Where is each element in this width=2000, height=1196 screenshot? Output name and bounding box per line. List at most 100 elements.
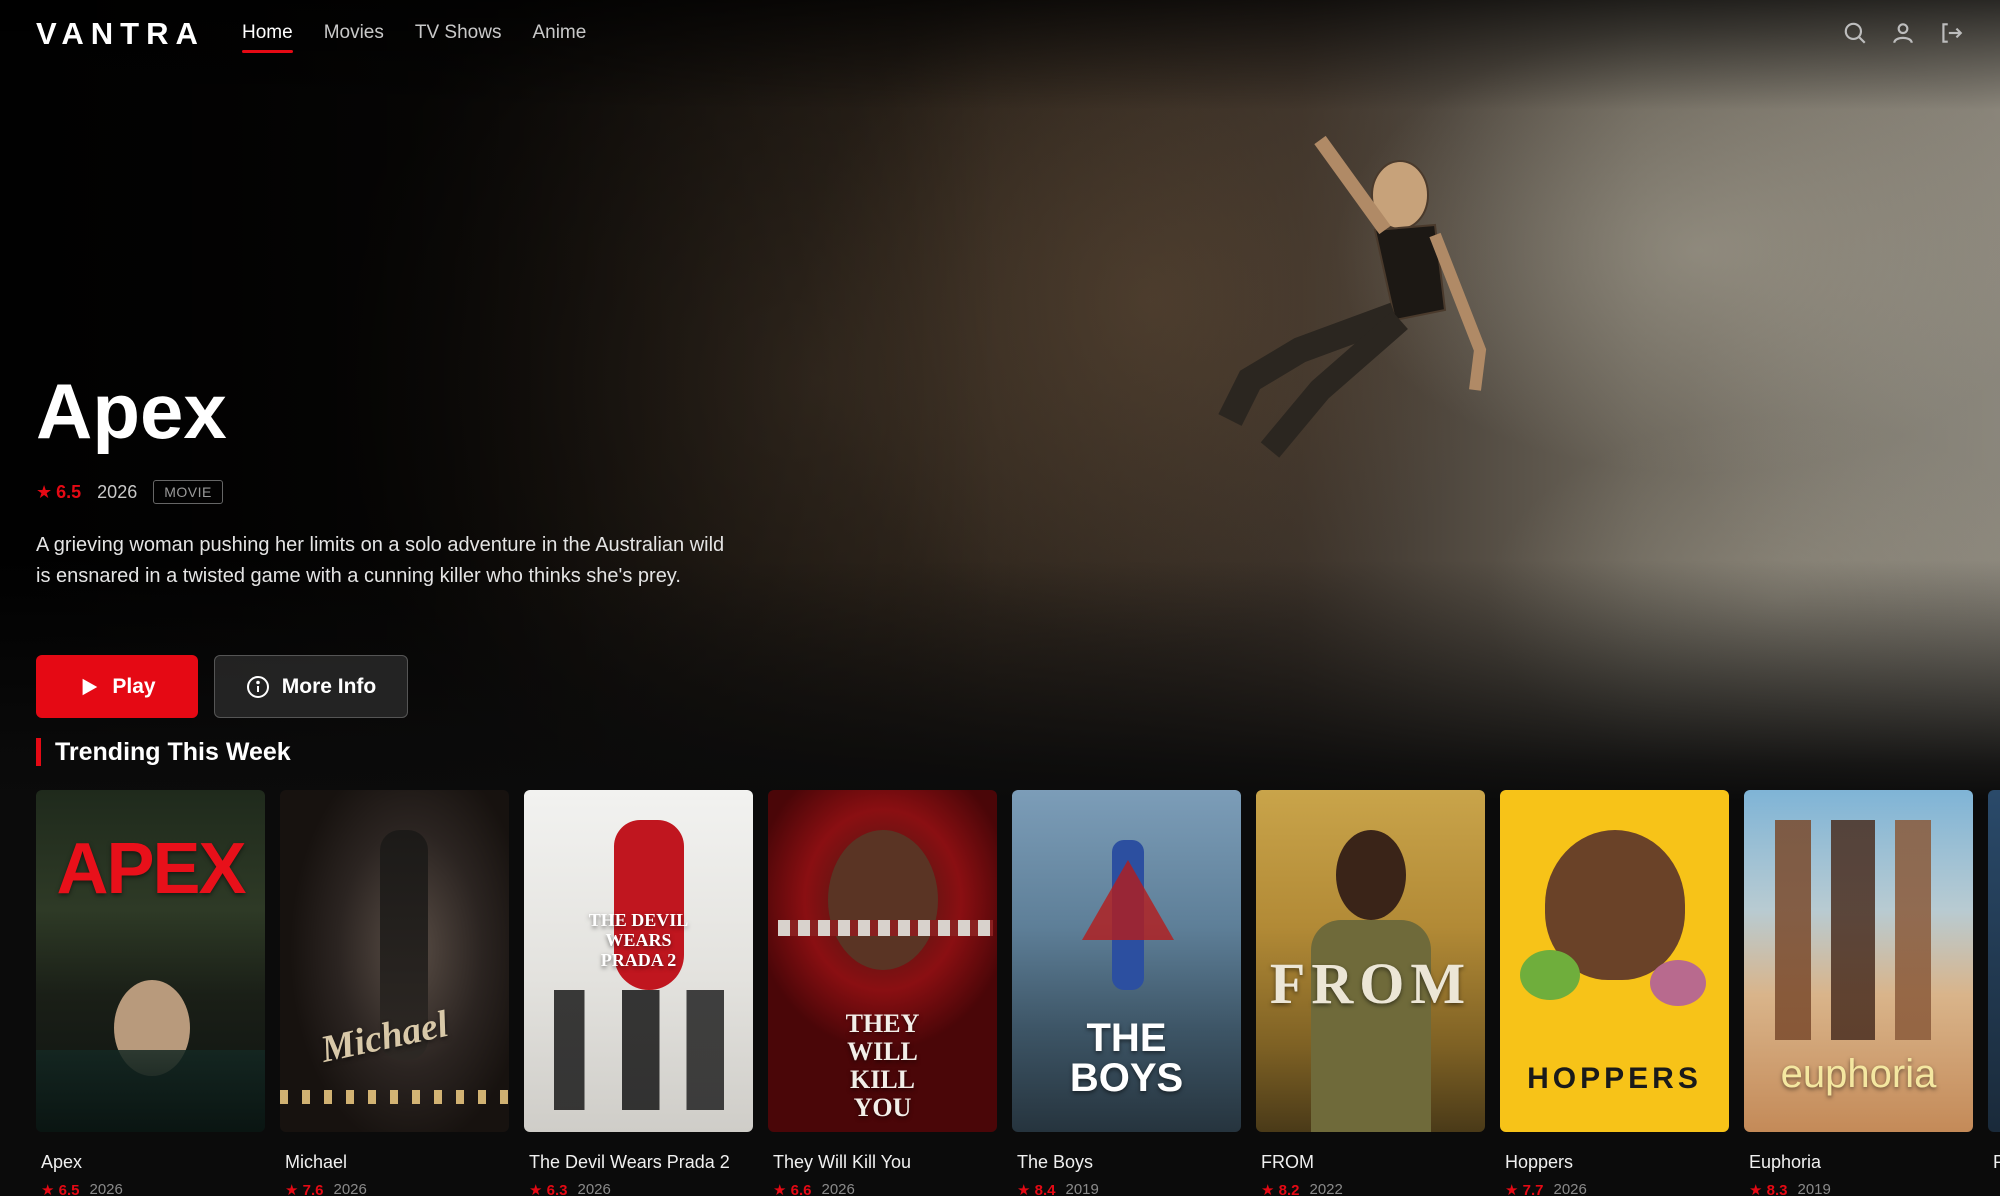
card-euphoria[interactable]: euphoria Euphoria ★ 8.3 2019 — [1744, 790, 1973, 1196]
more-info-button-label: More Info — [281, 674, 377, 698]
card-year: 2026 — [821, 1181, 855, 1196]
nav-link-tv-shows[interactable]: TV Shows — [415, 22, 502, 44]
play-button[interactable]: Play — [36, 655, 198, 718]
card-rating: ★ 6.6 — [773, 1181, 811, 1196]
card-rating: ★ 6.5 — [41, 1181, 79, 1196]
play-button-label: Play — [112, 674, 156, 698]
card-hoppers[interactable]: HOPPERS Hoppers ★ 7.7 2026 — [1500, 790, 1729, 1196]
featured-description: A grieving woman pushing her limits on a… — [36, 534, 725, 587]
trending-row: APEX Apex ★ 6.5 2026 Michael Michael ★ 7… — [36, 790, 2000, 1196]
card-meta: ★ 6.5 2026 — [41, 1181, 265, 1196]
card-title: P — [1993, 1152, 2000, 1172]
card-title: Michael — [285, 1152, 348, 1172]
featured-meta: ★ 6.5 2026 MOVIE — [36, 480, 223, 504]
card-year: 2026 — [89, 1181, 123, 1196]
card-from[interactable]: FROM FROM ★ 8.2 2022 — [1256, 790, 1485, 1196]
card-meta: ★ 8.3 2019 — [1749, 1181, 1973, 1196]
card-title: Euphoria — [1749, 1152, 1822, 1172]
poster-boys-cape — [1082, 860, 1174, 940]
poster-boys-title: THE BOYS — [1069, 1016, 1184, 1100]
poster-prada-figures — [554, 990, 724, 1110]
card-devil-wears-prada-2[interactable]: THE DEVIL WEARS PRADA 2 The Devil Wears … — [524, 790, 753, 1196]
poster-from-title: FROM — [1269, 951, 1472, 1016]
poster-from: FROM — [1256, 790, 1485, 1132]
card-title: FROM — [1261, 1152, 1314, 1172]
star-icon: ★ — [36, 481, 53, 502]
more-info-button[interactable]: More Info — [214, 655, 408, 718]
search-icon[interactable] — [1842, 20, 1868, 46]
card-rating-value: 6.5 — [58, 1182, 80, 1196]
poster-tkwy-face — [828, 830, 938, 970]
featured-rating-value: 6.5 — [56, 481, 82, 502]
card-title: They Will Kill You — [773, 1152, 912, 1172]
card-meta: ★ 7.6 2026 — [285, 1181, 509, 1196]
top-nav: VANTRA Home Movies TV Shows Anime — [0, 0, 2000, 70]
card-year: 2026 — [577, 1181, 611, 1196]
poster-hoppers: HOPPERS — [1500, 790, 1729, 1132]
card-year: 2026 — [333, 1181, 367, 1196]
card-michael[interactable]: Michael Michael ★ 7.6 2026 — [280, 790, 509, 1196]
card-meta: ★ 8.4 2019 — [1017, 1181, 1241, 1196]
card-apex[interactable]: APEX Apex ★ 6.5 2026 — [36, 790, 265, 1196]
poster-hoppers-critter — [1650, 960, 1706, 1006]
play-icon — [82, 678, 98, 695]
card-rating-value: 6.3 — [546, 1182, 568, 1196]
poster-tkwy-blade — [778, 920, 993, 936]
poster-they-will-kill-you: THEY WILL KILL YOU — [768, 790, 997, 1132]
card-rating-value: 8.4 — [1034, 1182, 1056, 1196]
card-year: 2019 — [1065, 1181, 1099, 1196]
featured-year: 2026 — [97, 481, 138, 502]
nav-link-anime[interactable]: Anime — [532, 22, 586, 44]
card-rating-value: 8.2 — [1278, 1182, 1300, 1196]
poster-hoppers-frog — [1520, 950, 1580, 1000]
card-rating-value: 7.6 — [302, 1182, 324, 1196]
poster-from-man — [1336, 830, 1406, 920]
featured-type-badge: MOVIE — [153, 480, 223, 504]
poster-hoppers-title: HOPPERS — [1527, 1062, 1702, 1095]
card-title: The Devil Wears Prada 2 — [529, 1152, 730, 1172]
section-title-trending: Trending This Week — [36, 738, 291, 766]
card-the-boys[interactable]: THE BOYS The Boys ★ 8.4 2019 — [1012, 790, 1241, 1196]
hero-climber-figure — [1218, 135, 1487, 458]
nav-links: Home Movies TV Shows Anime — [242, 22, 586, 53]
poster-tkwy-title: THEY WILL KILL YOU — [845, 1009, 920, 1122]
poster-michael-lights — [280, 1090, 509, 1104]
user-icon[interactable] — [1890, 20, 1916, 46]
card-rating: ★ 7.6 — [285, 1181, 323, 1196]
card-partial[interactable]: P — [1988, 790, 2000, 1173]
card-rating: ★ 6.3 — [529, 1181, 567, 1196]
brand-logo[interactable]: VANTRA — [36, 16, 205, 52]
logout-icon[interactable] — [1938, 20, 1964, 46]
poster-euphoria: euphoria — [1744, 790, 1973, 1132]
nav-link-movies[interactable]: Movies — [324, 22, 384, 44]
card-meta: ★ 6.6 2026 — [773, 1181, 997, 1196]
card-year: 2026 — [1553, 1181, 1587, 1196]
card-rating-value: 7.7 — [1522, 1182, 1544, 1196]
card-meta: ★ 6.3 2026 — [529, 1181, 753, 1196]
nav-icons — [1842, 20, 1964, 46]
card-they-will-kill-you[interactable]: THEY WILL KILL YOU They Will Kill You ★ … — [768, 790, 997, 1196]
poster-prada-title: THE DEVIL WEARS PRADA 2 — [588, 910, 689, 970]
poster-apex-title: APEX — [56, 829, 246, 909]
card-meta: ★ 8.2 2022 — [1261, 1181, 1485, 1196]
card-rating: ★ 7.7 — [1505, 1181, 1543, 1196]
info-icon — [246, 675, 269, 698]
poster-apex-water — [36, 1050, 265, 1132]
poster-apex: APEX — [36, 790, 265, 1132]
poster-partial — [1988, 790, 2000, 1132]
card-title: Apex — [41, 1152, 83, 1172]
card-title: Hoppers — [1505, 1152, 1574, 1172]
card-meta: ★ 7.7 2026 — [1505, 1181, 1729, 1196]
poster-devil-wears-prada-2: THE DEVIL WEARS PRADA 2 — [524, 790, 753, 1132]
featured-title: Apex — [36, 367, 227, 455]
poster-euphoria-figures — [1759, 820, 1959, 1040]
card-year: 2019 — [1797, 1181, 1831, 1196]
featured-rating: ★ 6.5 — [36, 482, 81, 503]
poster-the-boys: THE BOYS — [1012, 790, 1241, 1132]
card-rating: ★ 8.3 — [1749, 1181, 1787, 1196]
poster-michael: Michael — [280, 790, 509, 1132]
card-rating-value: 8.3 — [1766, 1182, 1788, 1196]
nav-link-home[interactable]: Home — [242, 22, 293, 53]
card-rating: ★ 8.2 — [1261, 1181, 1299, 1196]
card-rating-value: 6.6 — [790, 1182, 812, 1196]
